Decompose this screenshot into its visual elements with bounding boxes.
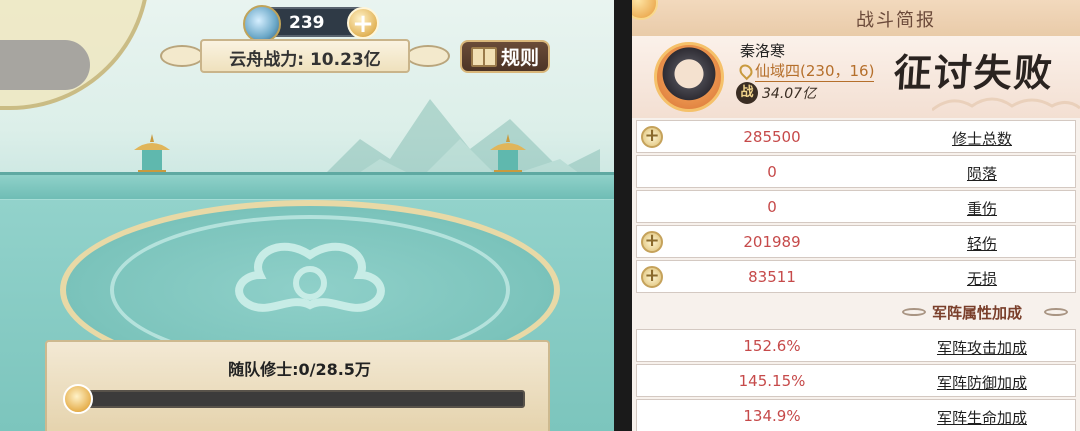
- expand-plus-icon[interactable]: +: [641, 266, 663, 288]
- rules-button[interactable]: 规则: [460, 40, 550, 73]
- cloud-pattern-emblem: [235, 242, 385, 312]
- scroll-decoration-shadow: [0, 40, 90, 90]
- stat-value: 285500: [743, 128, 801, 146]
- table-row: 134.9% 军阵生命加成: [636, 399, 1076, 431]
- hero-location-link[interactable]: 仙域四(230，16): [736, 60, 875, 82]
- hero-location: 仙域四(230，16): [755, 62, 875, 82]
- expand-plus-icon[interactable]: +: [641, 126, 663, 148]
- ship-power-text: 云舟战力: 10.23亿: [200, 45, 410, 70]
- deck-railing: [0, 172, 614, 202]
- battle-result: 征讨失败: [892, 50, 1056, 95]
- bonus-label: 军阵防御加成: [936, 374, 1027, 392]
- follower-progress-bar: [67, 390, 525, 408]
- follower-panel: 随队修士:0/28.5万: [45, 340, 550, 431]
- battle-report-panel: 战斗简报 秦洛寒 仙域四(230，16) 战 34.07亿 征讨失败 +2855…: [632, 0, 1080, 431]
- ship-power-label: 云舟战力:: [229, 50, 305, 70]
- hero-power-value: 34.07亿: [762, 86, 817, 102]
- stat-value: 0: [767, 163, 777, 181]
- bonus-value: 145.15%: [738, 372, 806, 390]
- stat-value: 0: [767, 198, 777, 216]
- plus-icon[interactable]: +: [347, 7, 379, 39]
- banner-wing-right: [406, 45, 450, 67]
- table-row[interactable]: +201989 轻伤: [636, 225, 1076, 258]
- expand-plus-icon[interactable]: +: [641, 231, 663, 253]
- book-icon: [470, 46, 497, 67]
- war-badge-icon: 战: [736, 82, 758, 104]
- ship-power-value: 10.23亿: [309, 50, 381, 70]
- ship-power-banner: 云舟战力: 10.23亿: [160, 37, 450, 75]
- bonus-label: 军阵生命加成: [936, 409, 1027, 427]
- stats-table: +285500 修士总数 0 陨落 0 重伤 +201989 轻伤 +83511 无损军阵属性加成…: [632, 118, 1080, 431]
- resource-value: 239: [289, 13, 325, 33]
- location-pin-icon: [736, 61, 756, 81]
- spiral-orb-icon: [63, 384, 93, 414]
- table-row: 0 重伤: [636, 190, 1076, 223]
- hero-summary: 秦洛寒 仙域四(230，16) 战 34.07亿 征讨失败: [632, 36, 1080, 118]
- table-row: 0 陨落: [636, 155, 1076, 188]
- resource-counter: 239 +: [243, 5, 379, 43]
- table-row[interactable]: +83511 无损: [636, 260, 1076, 293]
- game-scene: 239 + 云舟战力: 10.23亿 规则 随队修士:0/28.5万: [0, 0, 614, 431]
- bonus-value: 134.9%: [743, 407, 801, 425]
- stat-label: 重伤: [966, 200, 997, 218]
- bonus-value: 152.6%: [743, 337, 801, 355]
- stat-value: 83511: [748, 268, 796, 286]
- bonus-label: 军阵攻击加成: [936, 339, 1027, 357]
- avatar[interactable]: [654, 42, 724, 112]
- table-row: 145.15% 军阵防御加成: [636, 364, 1076, 397]
- stat-label: 无损: [966, 270, 997, 288]
- stat-label: 陨落: [966, 165, 997, 183]
- follower-count-label: 随队修士:0/28.5万: [228, 360, 371, 379]
- ornament-right-icon: [1044, 308, 1068, 316]
- rules-label: 规则: [500, 47, 539, 69]
- hero-name: 秦洛寒: [740, 42, 786, 60]
- stat-label: 修士总数: [951, 130, 1012, 148]
- table-row[interactable]: +285500 修士总数: [636, 120, 1076, 153]
- table-row: 152.6% 军阵攻击加成: [636, 329, 1076, 362]
- stat-value: 201989: [743, 233, 801, 251]
- stat-label: 轻伤: [966, 235, 997, 253]
- report-header: 战斗简报: [632, 0, 1080, 36]
- section-header: 军阵属性加成: [632, 295, 1080, 327]
- report-title: 战斗简报: [856, 10, 936, 31]
- banner-wing-left: [160, 45, 204, 67]
- cloud-ornament-icon: [932, 97, 1080, 112]
- hero-power: 战 34.07亿: [736, 82, 816, 104]
